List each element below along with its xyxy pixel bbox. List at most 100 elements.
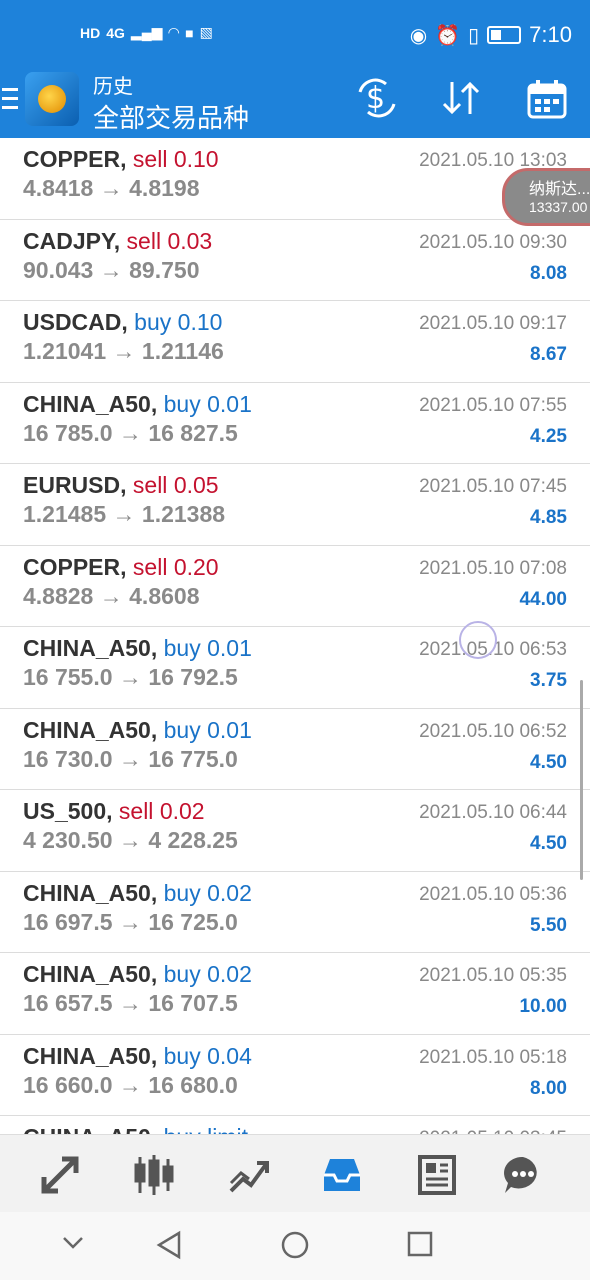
arrow-right-icon: → (106, 501, 142, 527)
trade-time: 2021.05.10 07:55 (419, 394, 567, 416)
trade-lot: 0.01 (207, 390, 252, 417)
status-right: ◉ ⏰ ▯ 7:10 (410, 22, 572, 48)
alarm-icon: ⏰ (435, 24, 461, 47)
trade-profit: 10.00 (519, 996, 567, 1017)
page-title: 历史 (93, 76, 133, 98)
trade-lot: 0.10 (177, 309, 223, 335)
analytics-icon[interactable] (227, 1153, 271, 1197)
trade-symbol: USDCAD (23, 309, 122, 335)
trade-lot: 0.01 (207, 716, 252, 743)
trade-symbol-line: CHINA_A50, buy limit (23, 1124, 248, 1134)
close-price: 4 228.25 (148, 827, 238, 853)
trade-type-sep: , (120, 472, 133, 498)
trade-prices: 1.21041 → 1.21146 (23, 338, 224, 365)
symbol-filter[interactable]: 全部交易品种 (93, 98, 249, 135)
trade-type-sep: , (150, 961, 164, 987)
trade-prices: 4.8828 → 4.8608 (23, 583, 200, 610)
trade-symbol-line: US_500, sell 0.02 (23, 798, 205, 825)
trade-row[interactable]: CADJPY, sell 0.03 90.043 → 89.750 2021.05.… (0, 220, 590, 301)
trade-row[interactable]: CHINA_A50, buy 0.04 16 660.0 → 16 680.0 20… (0, 1035, 590, 1116)
trade-row[interactable]: CHINA_A50, buy 0.02 16 697.5 → 16 725.0 20… (0, 872, 590, 953)
trade-prices: 16 660.0 → 16 680.0 (23, 1072, 238, 1099)
signal-label: 4G (106, 24, 125, 41)
trade-prices: 16 755.0 → 16 792.5 (23, 664, 238, 691)
chevron-down-icon[interactable] (60, 1230, 86, 1261)
trade-lot: 0.10 (173, 146, 219, 172)
trade-profit: 4.50 (530, 751, 567, 773)
menu-icon[interactable] (2, 88, 18, 115)
svg-text:$: $ (366, 81, 385, 116)
status-left: HD 4G ▂▄▆ ◠ ■ ▧ (80, 24, 213, 41)
trade-prices: 16 657.5 → 16 707.5 (23, 990, 238, 1017)
trade-type: sell (126, 227, 162, 254)
hd-label: HD (80, 24, 101, 41)
trade-type-sep: , (106, 798, 119, 824)
trade-row[interactable]: CHINA_A50, buy 0.01 16 755.0 → 16 792.5 20… (0, 627, 590, 709)
trade-symbol: CHINA_A50 (23, 390, 151, 417)
sort-icon[interactable] (440, 78, 484, 126)
open-price: 16 785.0 (23, 419, 113, 446)
trade-time: 2021.05.10 06:52 (419, 720, 567, 742)
close-price: 89.750 (129, 256, 200, 283)
trade-lot: 0.04 (207, 1042, 252, 1069)
trade-symbol-line: CHINA_A50, buy 0.01 (23, 717, 252, 744)
app-logo (25, 72, 79, 126)
signal-icon: ▂▄▆ (130, 24, 163, 40)
trade-type-sep: , (151, 1124, 164, 1134)
trade-row[interactable]: CHINA_A50, buy 0.01 16 730.0 → 16 775.0 20… (0, 709, 590, 790)
trade-prices: 16 697.5 → 16 725.0 (23, 909, 238, 936)
currency-exchange-icon[interactable]: $ (356, 78, 398, 126)
home-icon[interactable] (280, 1230, 310, 1265)
news-icon[interactable] (414, 1153, 458, 1197)
trade-symbol: US_500 (23, 798, 107, 824)
bottom-navigation (0, 1134, 590, 1213)
trade-profit: 5.50 (530, 914, 567, 936)
trade-symbol: COPPER (23, 146, 121, 172)
trade-row[interactable]: CHINA_A50, buy 0.02 16 657.5 → 16 707.5 20… (0, 953, 590, 1035)
image-icon: ▧ (199, 24, 213, 40)
status-bar: HD 4G ▂▄▆ ◠ ■ ▧ ◉ ⏰ ▯ 7:10 (0, 0, 590, 68)
badge-value: 13337.00 (529, 199, 588, 215)
trade-type-sep: , (121, 309, 135, 335)
system-navigation (0, 1212, 590, 1280)
history-icon[interactable] (320, 1153, 364, 1197)
scrollbar[interactable] (580, 680, 583, 880)
open-price: 90.043 (23, 256, 94, 283)
trade-row[interactable]: COPPER, sell 0.20 4.8828 → 4.8608 2021.05.… (0, 546, 590, 627)
arrow-right-icon: → (112, 664, 149, 690)
app-bar: 历史 全部交易品种 $ (0, 68, 590, 138)
arrow-right-icon: → (93, 175, 130, 201)
trade-symbol-line: CHINA_A50, buy 0.01 (23, 391, 252, 418)
arrow-right-icon: → (112, 419, 149, 446)
trade-time: 2021.05.10 07:45 (419, 476, 567, 497)
trade-type: sell (132, 472, 168, 498)
trade-row[interactable]: EURUSD, sell 0.05 1.21485 → 1.21388 2021.0… (0, 464, 590, 546)
trade-symbol-line: COPPER, sell 0.20 (23, 554, 219, 581)
arrow-right-icon: → (93, 256, 130, 283)
trade-type-sep: , (150, 635, 164, 661)
chart-icon[interactable] (132, 1153, 176, 1197)
trade-history-list[interactable]: COPPER, sell 0.10 4.8418 → 4.8198 2021.05.… (0, 138, 590, 1134)
open-price: 4.8418 (23, 175, 94, 201)
close-price: 1.21146 (141, 338, 224, 364)
calendar-icon[interactable] (526, 78, 568, 128)
trade-icon[interactable] (38, 1153, 82, 1197)
close-price: 4.8608 (129, 582, 200, 609)
wifi-icon: ◠ (168, 24, 180, 40)
chat-icon[interactable] (501, 1153, 545, 1197)
trade-row[interactable]: USDCAD, buy 0.10 1.21041 → 1.21146 2021.05… (0, 301, 590, 383)
badge-name: 纳斯达... (529, 181, 590, 198)
trade-type: sell (132, 553, 168, 580)
trade-row[interactable]: CHINA_A50, buy limit 2021.05.10 03:45 (0, 1116, 590, 1134)
back-icon[interactable] (155, 1230, 183, 1265)
trade-type-sep: , (150, 390, 164, 417)
close-price: 16 827.5 (148, 419, 238, 446)
trade-time: 2021.05.10 06:44 (419, 802, 567, 823)
recents-icon[interactable] (406, 1230, 434, 1263)
camera-icon: ■ (185, 24, 194, 41)
trade-row[interactable]: COPPER, sell 0.10 4.8418 → 4.8198 2021.05.… (0, 138, 590, 220)
trade-row[interactable]: CHINA_A50, buy 0.01 16 785.0 → 16 827.5 20… (0, 383, 590, 464)
trade-type: buy (163, 879, 201, 906)
trade-row[interactable]: US_500, sell 0.02 4 230.50 → 4 228.25 2021… (0, 790, 590, 872)
floating-quote-badge[interactable]: 纳斯达... 13337.00 (502, 168, 590, 226)
